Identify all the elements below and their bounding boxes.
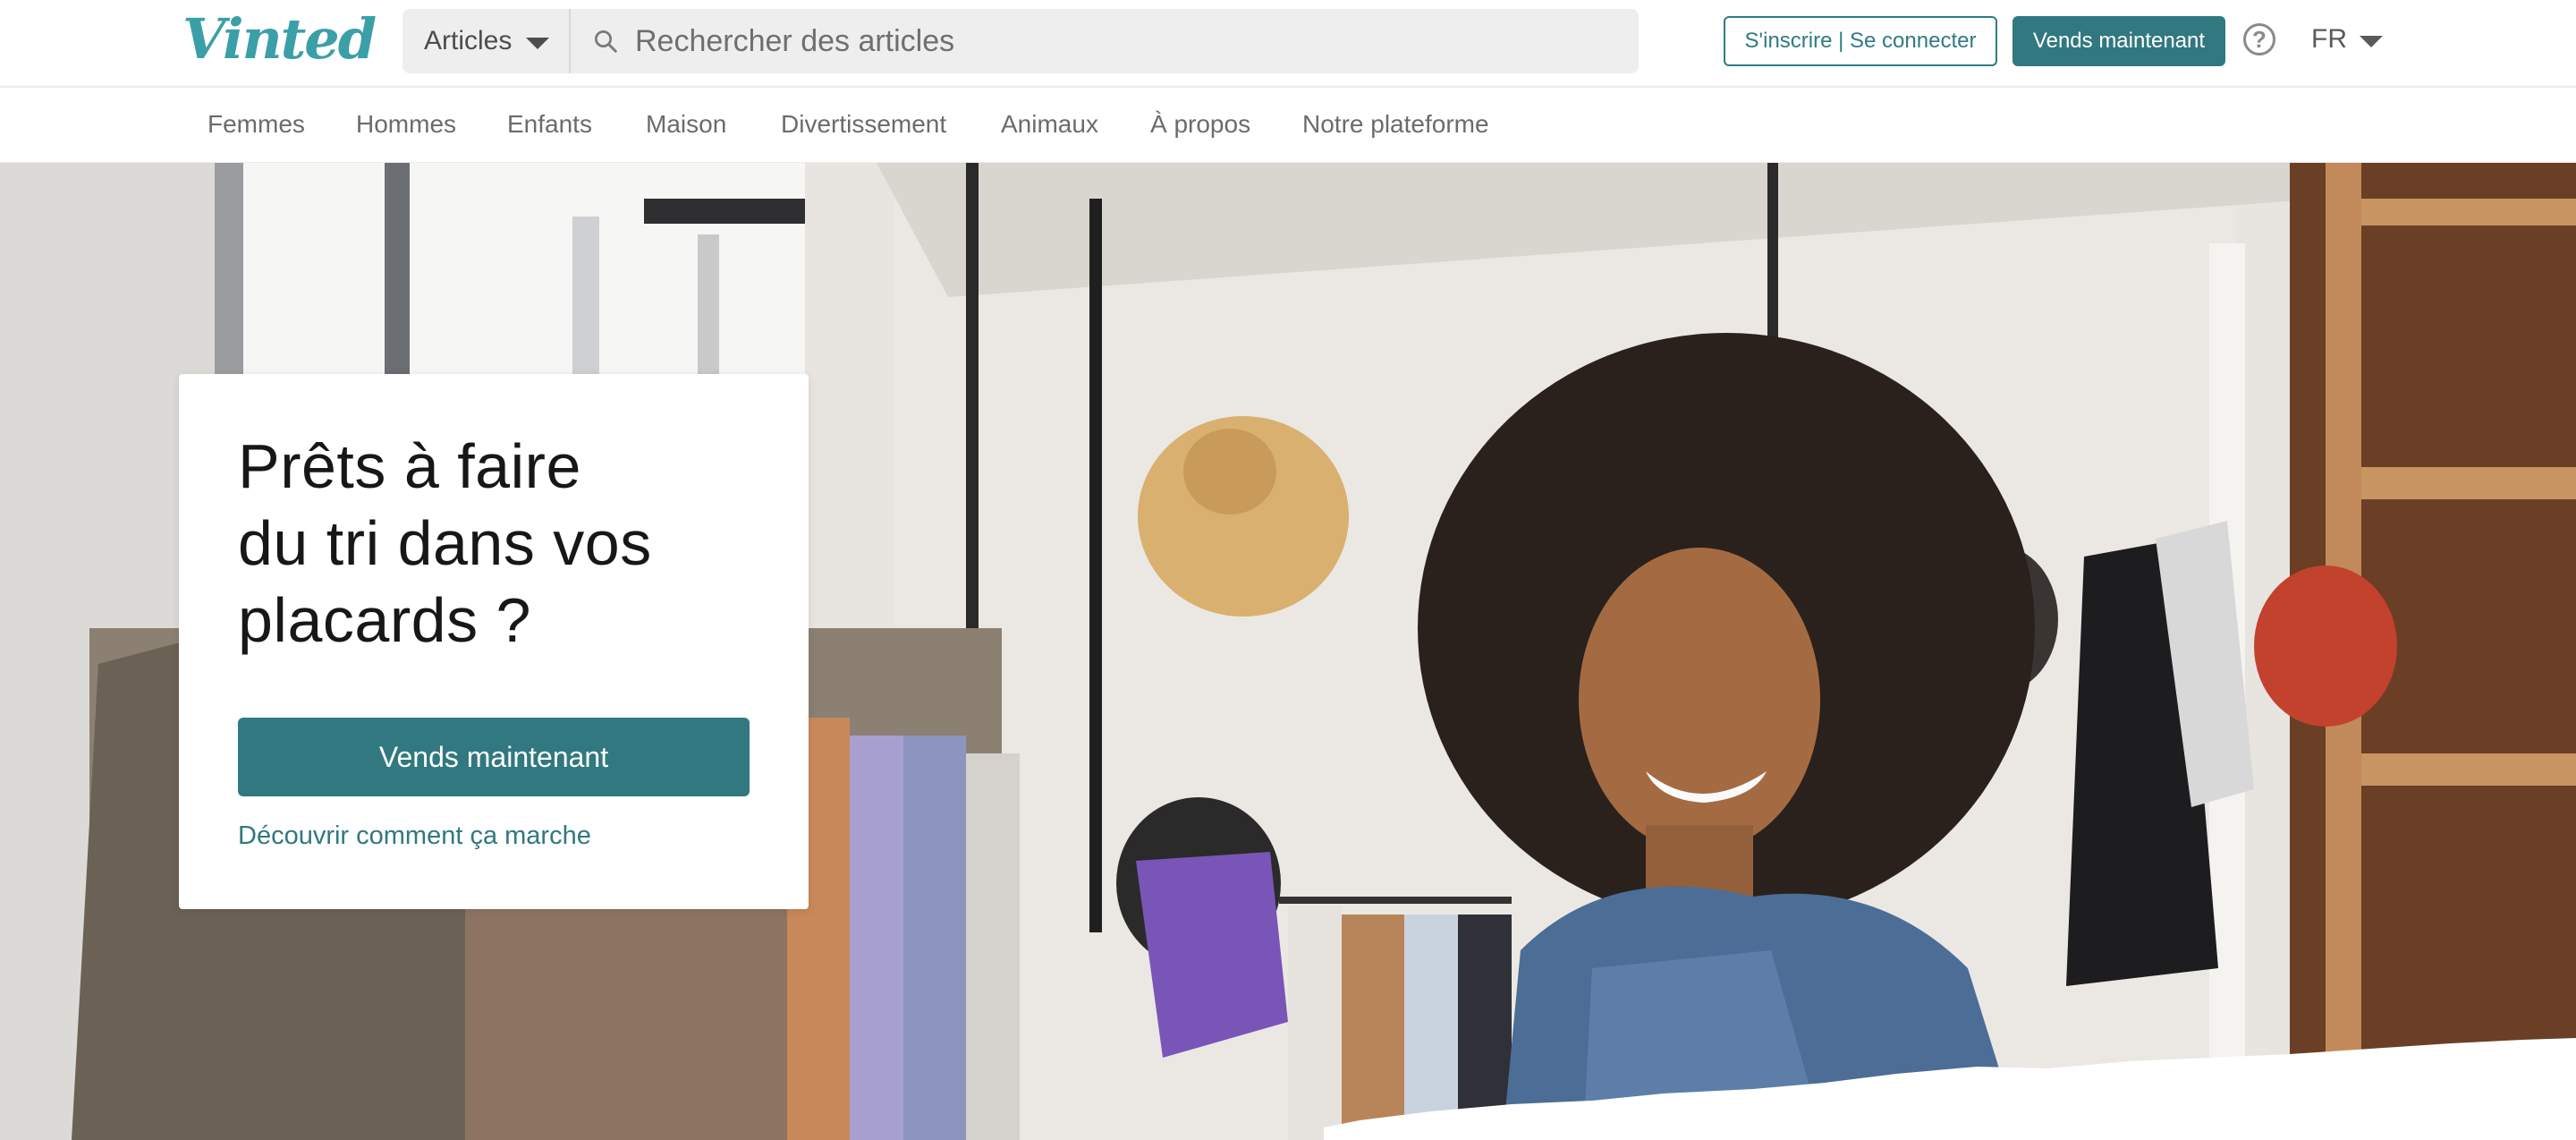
sell-now-header-button[interactable]: Vends maintenant xyxy=(2012,16,2225,66)
nav-item-enfants[interactable]: Enfants xyxy=(507,88,592,163)
hero-headline: Prêts à faire du tri dans vos placards ? xyxy=(238,428,775,659)
hero-banner: Prêts à faire du tri dans vos placards ?… xyxy=(0,163,2576,1140)
sell-now-hero-button[interactable]: Vends maintenant xyxy=(238,718,750,796)
hero-card: Prêts à faire du tri dans vos placards ?… xyxy=(179,374,809,909)
hero-headline-line-1: Prêts à faire xyxy=(238,431,581,501)
nav-item-notre-plateforme[interactable]: Notre plateforme xyxy=(1302,88,1489,163)
search-category-label: Articles xyxy=(424,26,513,55)
hero-headline-line-3: placards ? xyxy=(238,585,531,655)
search-bar: Articles xyxy=(402,9,1639,73)
nav-item-divertissement[interactable]: Divertissement xyxy=(781,88,946,163)
nav-item-maison[interactable]: Maison xyxy=(646,88,726,163)
chevron-down-icon xyxy=(2360,35,2383,47)
nav-item-animaux[interactable]: Animaux xyxy=(1001,88,1098,163)
search-category-dropdown[interactable]: Articles xyxy=(402,9,571,73)
top-header: Vinted Articles S'inscrire | Se connecte… xyxy=(0,0,2576,88)
nav-item-femmes[interactable]: Femmes xyxy=(208,88,305,163)
help-icon[interactable]: ? xyxy=(2243,23,2275,55)
language-selector[interactable]: FR xyxy=(2311,20,2383,59)
how-it-works-link[interactable]: Découvrir comment ça marche xyxy=(238,821,591,851)
hero-headline-line-2: du tri dans vos xyxy=(238,508,652,578)
nav-item-a-propos[interactable]: À propos xyxy=(1150,88,1250,163)
help-glyph: ? xyxy=(2252,25,2267,53)
language-label: FR xyxy=(2311,24,2347,54)
search-field xyxy=(571,9,1639,73)
search-icon xyxy=(595,30,617,53)
category-nav: Femmes Hommes Enfants Maison Divertissem… xyxy=(0,88,2576,163)
nav-item-hommes[interactable]: Hommes xyxy=(356,88,456,163)
vinted-logo[interactable]: Vinted xyxy=(182,4,377,75)
chevron-down-icon xyxy=(526,37,550,49)
signup-login-button[interactable]: S'inscrire | Se connecter xyxy=(1724,16,1997,66)
search-input[interactable] xyxy=(633,22,1639,60)
